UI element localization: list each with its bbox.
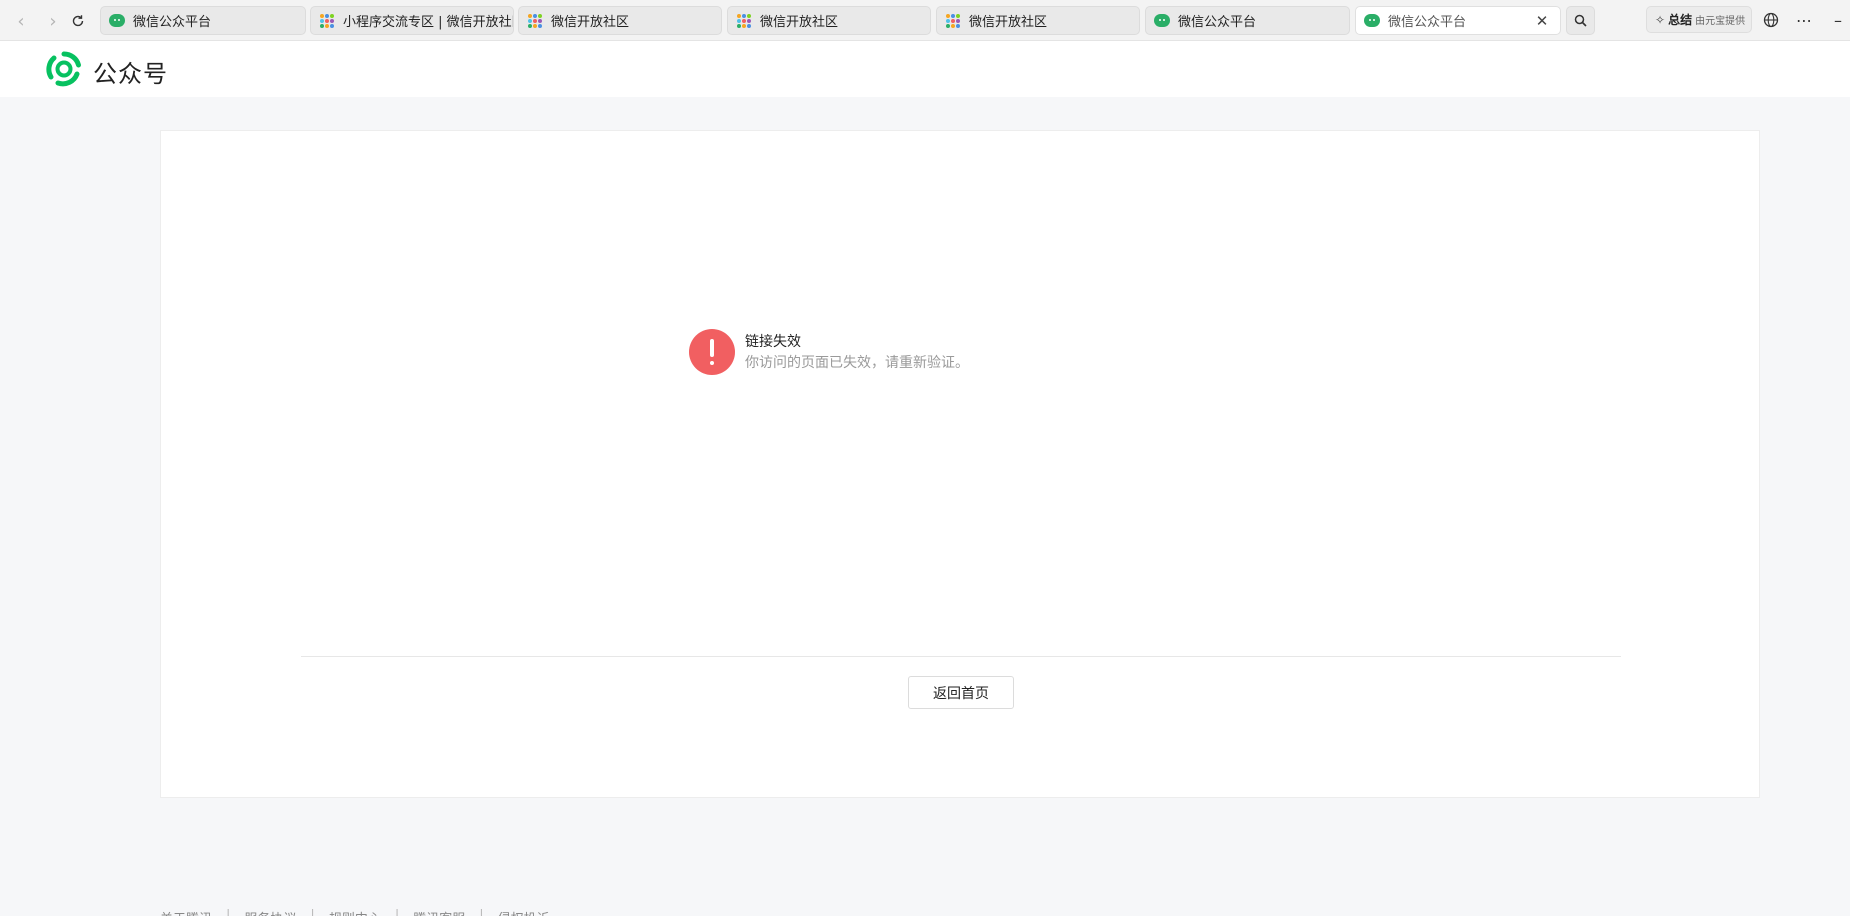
browser-tab[interactable]: 微信开放社区 bbox=[936, 6, 1140, 35]
tab-title: 微信公众平台 bbox=[133, 15, 212, 30]
tab-title: 微信开放社区 bbox=[969, 15, 1048, 30]
footer-separator: | bbox=[226, 908, 231, 916]
browser-tab[interactable]: 小程序交流专区 | 微信开放社区 bbox=[310, 6, 514, 35]
wechat-bubble-icon bbox=[1364, 13, 1380, 29]
warning-icon bbox=[689, 329, 735, 375]
divider bbox=[301, 656, 1621, 657]
footer-links: 关于腾讯 | 服务协议 | 规则中心 | 腾讯客服 | 侵权投诉 bbox=[160, 908, 550, 916]
error-description: 你访问的页面已失效，请重新验证。 bbox=[745, 355, 969, 371]
brand-title: 公众号 bbox=[93, 60, 168, 88]
tab-title: 微信公众平台 bbox=[1388, 15, 1467, 30]
official-account-logo-icon[interactable] bbox=[46, 51, 82, 87]
wechat-bubble-icon bbox=[109, 13, 125, 29]
minimize-icon[interactable]: – bbox=[1826, 8, 1850, 32]
footer-link[interactable]: 规则中心 bbox=[329, 908, 381, 916]
footer-link[interactable]: 腾讯客服 bbox=[413, 908, 465, 916]
tab-title: 微信开放社区 bbox=[551, 15, 630, 30]
summary-provider: 由元宝提供 bbox=[1695, 16, 1746, 27]
browser-tab-active[interactable]: 微信公众平台 ✕ bbox=[1355, 6, 1561, 35]
site-header: 公众号 bbox=[0, 41, 1850, 97]
tab-title: 微信开放社区 bbox=[760, 15, 839, 30]
back-arrow-icon[interactable]: ‹ bbox=[9, 9, 33, 33]
wechat-bubble-icon bbox=[1154, 13, 1170, 29]
error-message: 链接失效 你访问的页面已失效，请重新验证。 bbox=[689, 329, 969, 375]
browser-tab[interactable]: 微信公众平台 bbox=[100, 6, 306, 35]
dots-grid-icon bbox=[736, 13, 752, 29]
error-card: 链接失效 你访问的页面已失效，请重新验证。 返回首页 bbox=[160, 130, 1760, 798]
footer-separator: | bbox=[394, 908, 400, 916]
forward-arrow-icon[interactable]: › bbox=[41, 9, 65, 33]
browser-tab[interactable]: 微信公众平台 bbox=[1145, 6, 1350, 35]
footer-link[interactable]: 侵权投诉 bbox=[498, 908, 550, 916]
summary-label: 总结 bbox=[1668, 13, 1693, 27]
return-home-button[interactable]: 返回首页 bbox=[908, 676, 1014, 709]
tab-title: 小程序交流专区 | 微信开放社区 bbox=[343, 15, 513, 30]
browser-tab[interactable]: 微信开放社区 bbox=[518, 6, 722, 35]
footer-separator: | bbox=[479, 908, 484, 916]
dots-grid-icon bbox=[319, 13, 335, 29]
footer-link[interactable]: 关于腾讯 bbox=[160, 908, 212, 916]
dots-grid-icon bbox=[527, 13, 543, 29]
sparkle-icon: ✧ bbox=[1655, 12, 1666, 27]
footer-separator: | bbox=[310, 908, 315, 916]
dots-grid-icon bbox=[945, 13, 961, 29]
footer-link[interactable]: 服务协议 bbox=[244, 908, 296, 916]
summary-button[interactable]: ✧ 总结 由元宝提供 bbox=[1646, 6, 1752, 33]
tab-title: 微信公众平台 bbox=[1178, 15, 1257, 30]
globe-icon[interactable] bbox=[1759, 8, 1783, 32]
reload-icon[interactable] bbox=[66, 9, 90, 33]
error-title: 链接失效 bbox=[745, 334, 801, 350]
more-options-icon[interactable]: ⋯ bbox=[1792, 8, 1816, 32]
close-tab-icon[interactable]: ✕ bbox=[1532, 11, 1552, 31]
browser-tab-bar: ‹ › 微信公众平台 小程序交流专区 | 微信开放社区 微信开放社区 微信开放社… bbox=[0, 0, 1850, 41]
browser-tab[interactable]: 微信开放社区 bbox=[727, 6, 931, 35]
tab-search-icon[interactable] bbox=[1566, 6, 1595, 35]
